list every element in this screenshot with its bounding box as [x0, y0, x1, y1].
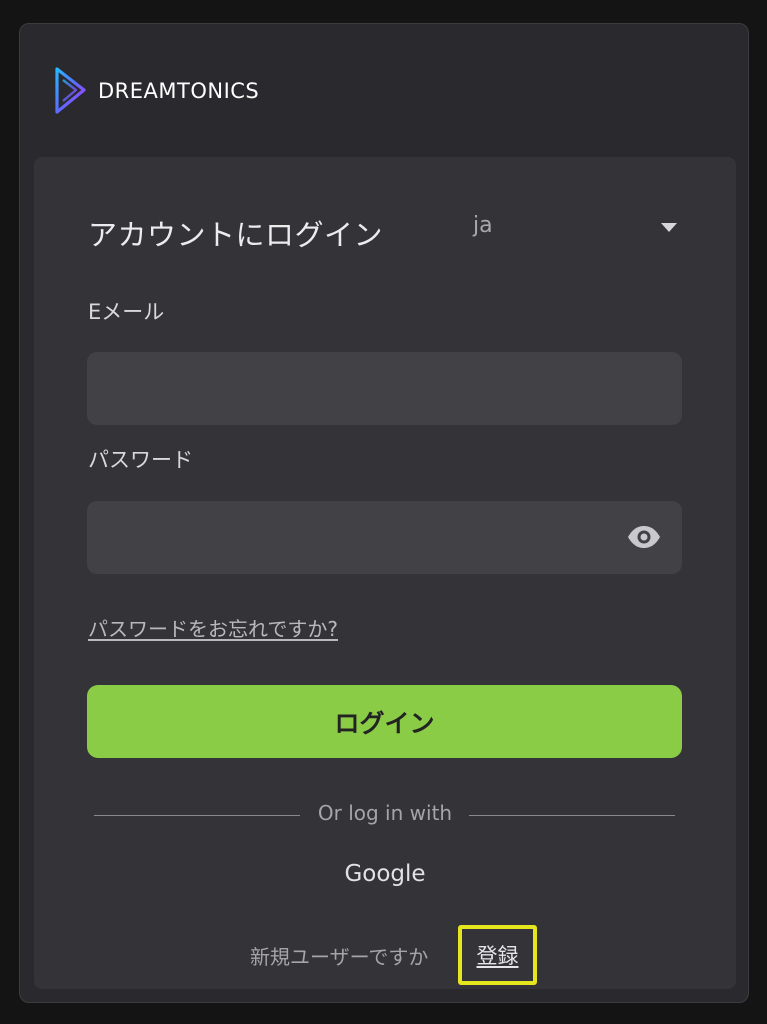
forgot-password-link[interactable]: パスワードをお忘れですか? [88, 613, 338, 642]
divider-line-right [469, 815, 675, 816]
brand-name: DREAMTONICS [98, 79, 260, 103]
brand: DREAMTONICS [54, 66, 259, 116]
password-label: パスワード [88, 448, 193, 472]
caret-down-icon [661, 223, 677, 232]
login-panel: アカウントにログイン ja Eメール パスワード パスワードをお忘れですか? ロ… [34, 157, 736, 989]
dreamtonics-logo-icon [55, 67, 86, 114]
password-field[interactable] [87, 501, 682, 574]
eye-icon[interactable] [627, 525, 661, 549]
login-button[interactable]: ログイン [87, 685, 682, 758]
google-login-button[interactable]: Google [285, 861, 485, 887]
email-field[interactable] [87, 352, 682, 425]
email-label: Eメール [88, 300, 165, 324]
divider-line-left [94, 815, 300, 816]
page-title: アカウントにログイン [88, 218, 384, 252]
language-select[interactable]: ja [473, 213, 683, 249]
login-card: DREAMTONICS アカウントにログイン ja Eメール パスワード パスワ… [19, 23, 749, 1003]
new-user-text: 新規ユーザーですか [250, 945, 429, 969]
divider-text: Or log in with [317, 801, 453, 825]
register-link[interactable]: 登録 [458, 925, 537, 985]
language-select-value: ja [473, 213, 493, 238]
